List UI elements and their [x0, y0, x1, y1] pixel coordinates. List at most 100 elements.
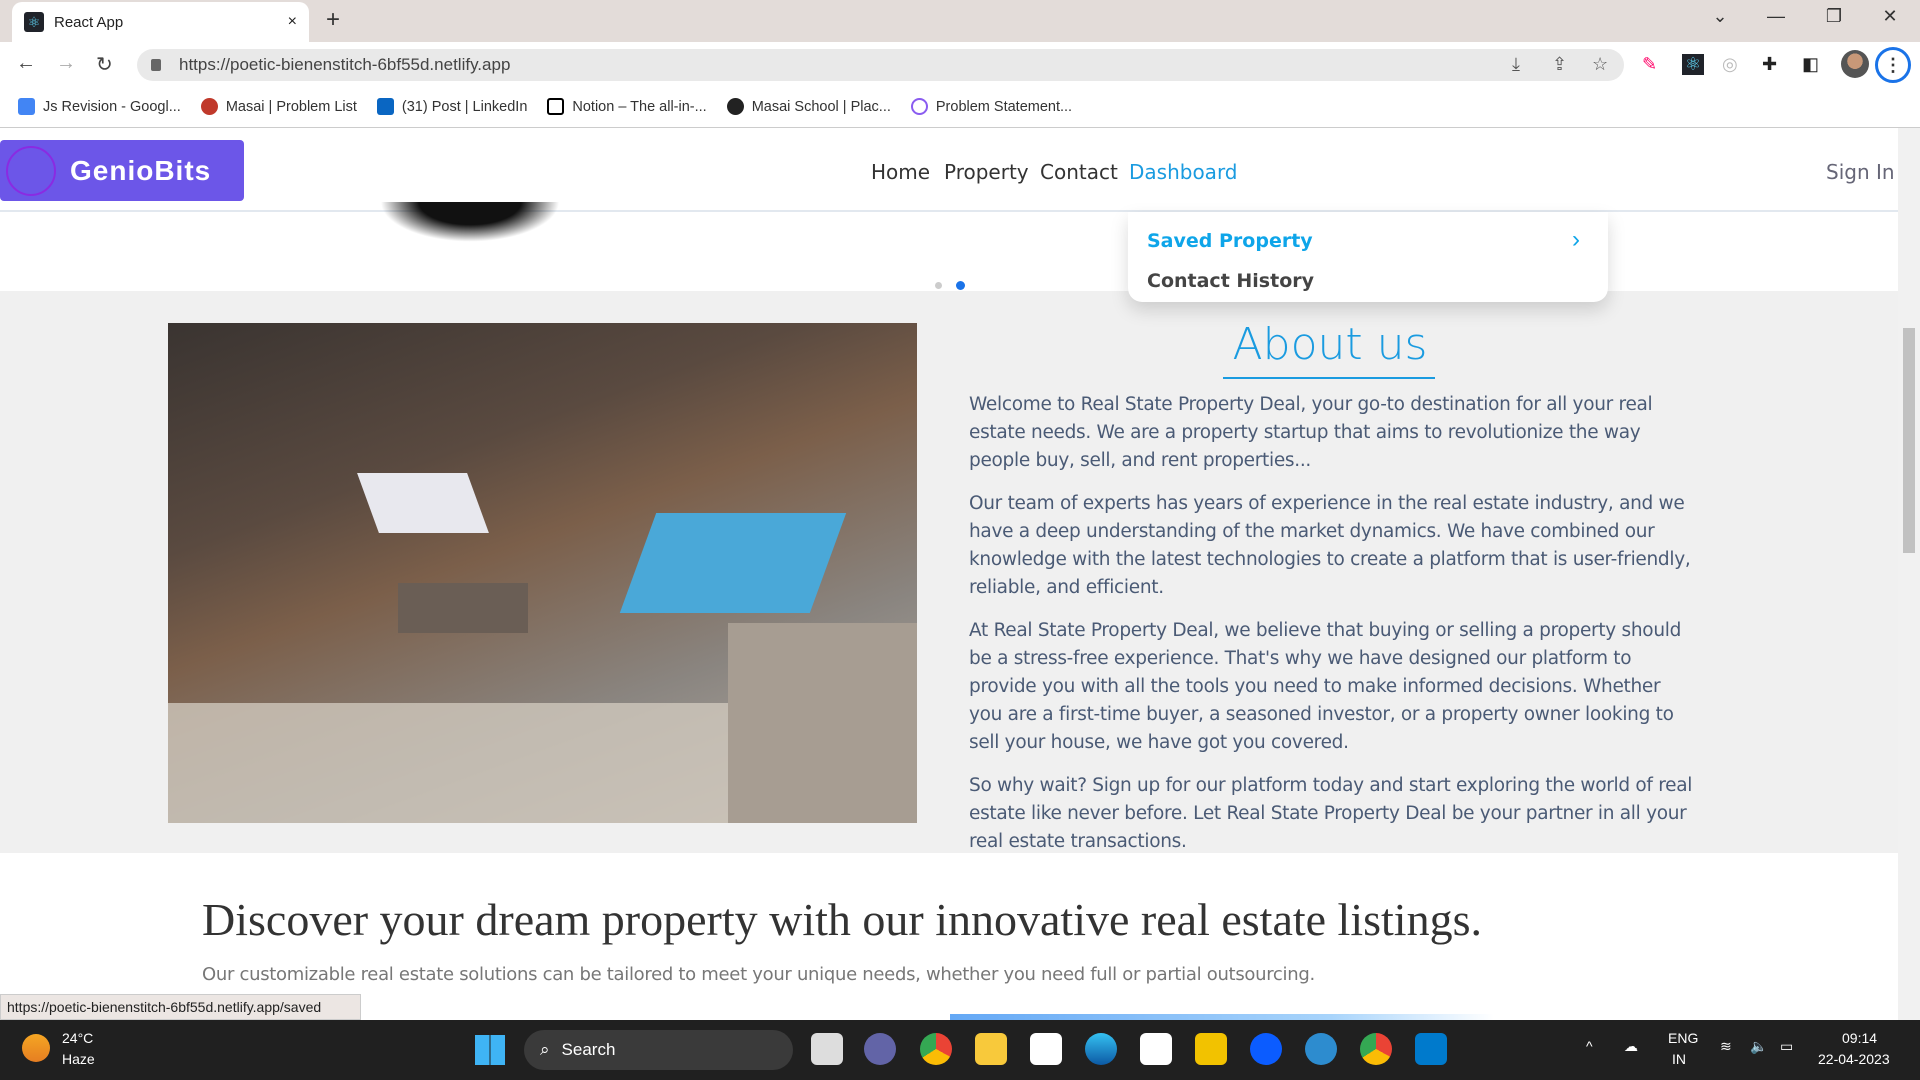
bookmark-label: (31) Post | LinkedIn: [401, 98, 528, 115]
logo[interactable]: GenioBits: [0, 140, 244, 201]
menu-item-saved-property[interactable]: Saved Property: [1147, 230, 1313, 252]
notion-icon: [547, 98, 565, 115]
color-picker-icon[interactable]: ✎: [1642, 54, 1657, 75]
address-bar[interactable]: https://poetic-bienenstitch-6bf55d.netli…: [137, 49, 1624, 81]
menu-item-contact-history[interactable]: Contact History: [1147, 270, 1314, 292]
install-icon[interactable]: ⤓: [1512, 54, 1520, 75]
search-icon: ⌕: [540, 1040, 550, 1059]
toolbar: ← → ↻ https://poetic-bienenstitch-6bf55d…: [0, 42, 1920, 86]
close-tab-icon[interactable]: ×: [288, 13, 297, 31]
tab-search-chevron-icon[interactable]: ⌄: [1700, 6, 1740, 27]
lock-icon: [151, 59, 161, 71]
taskbar-search[interactable]: ⌕ Search: [524, 1030, 793, 1070]
about-paragraph: At Real State Property Deal, we believe …: [969, 620, 1682, 753]
volume-icon[interactable]: 🔈: [1750, 1038, 1767, 1055]
listing-heading: Discover your dream property with our in…: [202, 894, 1482, 945]
file-explorer-icon[interactable]: [975, 1033, 1007, 1065]
about-section: About us Welcome to Real State Property …: [0, 291, 1898, 853]
clock-time[interactable]: 09:14: [1842, 1030, 1877, 1046]
more-menu-icon[interactable]: ⋮: [1875, 47, 1911, 83]
title-underline: [1223, 377, 1435, 379]
back-icon[interactable]: ←: [16, 52, 36, 75]
nav-contact[interactable]: Contact: [1040, 160, 1118, 184]
bookmark-item[interactable]: Masai | Problem List: [200, 98, 357, 115]
bookmark-label: Masai | Problem List: [225, 98, 357, 115]
react-icon: ⚛: [24, 12, 44, 32]
react-devtools-icon[interactable]: ⚛: [1682, 54, 1705, 75]
nav-dashboard[interactable]: Dashboard: [1129, 160, 1238, 184]
scrollbar-thumb[interactable]: [1903, 328, 1915, 553]
restore-icon[interactable]: ❐: [1814, 6, 1854, 27]
share-icon[interactable]: ⇪: [1552, 54, 1567, 75]
about-paragraph: Our team of experts has years of experie…: [969, 493, 1691, 598]
reload-icon[interactable]: ↻: [96, 52, 113, 77]
vscode-icon[interactable]: [1415, 1033, 1447, 1065]
carousel-dot[interactable]: [935, 282, 942, 289]
battery-icon[interactable]: ▭: [1780, 1038, 1793, 1055]
onedrive-icon[interactable]: ☁: [1624, 1038, 1638, 1055]
help-icon[interactable]: [1305, 1033, 1337, 1065]
zoom-icon[interactable]: [1250, 1033, 1282, 1065]
postman-like-icon[interactable]: [1195, 1033, 1227, 1065]
new-tab-button[interactable]: +: [326, 6, 340, 34]
carousel-dot-active[interactable]: [956, 281, 965, 290]
about-paragraph: Welcome to Real State Property Deal, you…: [969, 394, 1653, 471]
chrome-active-icon[interactable]: [1360, 1033, 1392, 1065]
web-page: GenioBits Home Property Contact Dashboar…: [0, 128, 1898, 1020]
logo-text: GenioBits: [70, 154, 212, 186]
linkedin-icon: [376, 98, 394, 115]
clock-date[interactable]: 22-04-2023: [1818, 1051, 1890, 1067]
browser-tab[interactable]: ⚛ React App ×: [12, 2, 309, 42]
about-title: About us: [1232, 319, 1428, 370]
about-text: Welcome to Real State Property Deal, you…: [969, 391, 1697, 871]
page-scrollbar[interactable]: [1898, 128, 1920, 1020]
bookmark-star-icon[interactable]: ☆: [1592, 54, 1608, 75]
bookmark-label: Js Revision - Googl...: [43, 98, 181, 115]
logo-network-icon: [6, 146, 56, 196]
bookmark-label: Notion – The all-in-...: [572, 98, 707, 115]
weather-icon[interactable]: [22, 1034, 50, 1062]
extension-icon[interactable]: ◎: [1722, 54, 1738, 75]
mongodb-icon[interactable]: [1030, 1033, 1062, 1065]
search-label: Search: [561, 1040, 616, 1059]
carousel-image: [380, 202, 560, 242]
weather-desc[interactable]: Haze: [62, 1051, 95, 1067]
bookmark-item[interactable]: (31) Post | LinkedIn: [376, 98, 528, 115]
teams-icon[interactable]: [864, 1033, 896, 1065]
bookmark-item[interactable]: Notion – The all-in-...: [547, 98, 707, 115]
minimize-icon[interactable]: —: [1756, 6, 1796, 27]
weather-temp[interactable]: 24°C: [62, 1030, 93, 1046]
tray-chevron-icon[interactable]: ^: [1586, 1038, 1593, 1054]
bookmark-item[interactable]: Problem Statement...: [910, 98, 1072, 115]
microsoft-store-icon[interactable]: [1140, 1033, 1172, 1065]
network-icon: [910, 98, 928, 115]
hero-carousel: [0, 202, 1898, 291]
forward-icon[interactable]: →: [56, 52, 76, 75]
edge-icon[interactable]: [1085, 1033, 1117, 1065]
lang-eng[interactable]: ENG: [1668, 1030, 1698, 1046]
bookmark-item[interactable]: Masai School | Plac...: [726, 98, 891, 115]
about-paragraph: So why wait? Sign up for our platform to…: [969, 775, 1693, 852]
chrome-icon[interactable]: [920, 1033, 952, 1065]
dashboard-dropdown: Saved Property › Contact History: [1128, 212, 1608, 302]
globe-icon: [726, 98, 744, 115]
lang-in[interactable]: IN: [1672, 1051, 1686, 1067]
nav-property[interactable]: Property: [944, 160, 1029, 184]
chevron-right-icon: ›: [1572, 226, 1580, 253]
nav-home[interactable]: Home: [871, 160, 930, 184]
close-window-icon[interactable]: ✕: [1870, 6, 1910, 27]
puzzle-icon[interactable]: ✚: [1762, 54, 1777, 75]
sign-in-link[interactable]: Sign In: [1826, 160, 1895, 184]
masai-icon: [200, 98, 218, 115]
bookmark-item[interactable]: Js Revision - Googl...: [18, 98, 181, 115]
wifi-icon[interactable]: ≋: [1720, 1038, 1732, 1055]
url-text: https://poetic-bienenstitch-6bf55d.netli…: [179, 55, 511, 74]
rooftop-photo: [168, 323, 917, 823]
avatar[interactable]: [1841, 50, 1869, 78]
task-view-icon[interactable]: [811, 1033, 843, 1065]
tab-strip: ⚛ React App × + ⌄ — ❐ ✕: [0, 0, 1920, 42]
listing-subtext: Our customizable real estate solutions c…: [202, 964, 1315, 985]
windows-start-icon[interactable]: [475, 1035, 505, 1065]
side-panel-icon[interactable]: ◧: [1802, 54, 1819, 75]
bookmark-label: Masai School | Plac...: [751, 98, 891, 115]
